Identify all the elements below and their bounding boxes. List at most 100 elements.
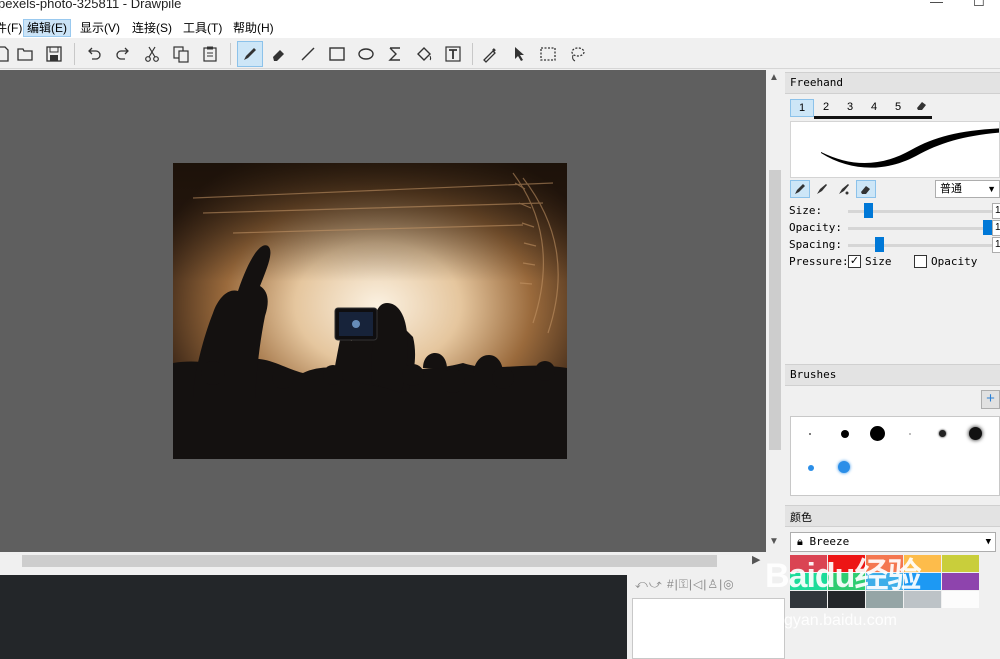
size-label: Size: (789, 204, 823, 217)
menu-bar: 文件(F) 编辑(E) 显示(V) 连接(S) 工具(T) 帮助(H) (0, 17, 1000, 38)
menu-view[interactable]: 显示(V) (77, 19, 123, 37)
color-swatch[interactable] (904, 555, 942, 573)
scrollbar-thumb[interactable] (769, 170, 781, 450)
brush-mode-brush-icon[interactable] (812, 180, 832, 198)
brush-preset[interactable] (841, 430, 849, 438)
canvas-horizontal-scrollbar[interactable]: ▶ (0, 552, 766, 570)
drawpile-window: pexels-photo-325811 - Drawpile — ☐ 文件(F)… (0, 0, 1000, 659)
chevron-down-icon: ▼ (985, 537, 991, 547)
copy-icon[interactable] (168, 41, 194, 67)
pressure-label: Pressure: (789, 255, 849, 268)
minimize-button[interactable]: — (930, 0, 943, 9)
menu-tools[interactable]: 工具(T) (180, 19, 225, 37)
line-icon[interactable] (295, 41, 321, 67)
scrollbar-thumb[interactable] (22, 555, 717, 567)
brush-preset[interactable] (909, 433, 911, 435)
brush-mode-pencil-icon[interactable] (790, 180, 810, 198)
color-swatch[interactable] (828, 555, 866, 573)
color-swatch[interactable] (828, 591, 866, 609)
spacing-slider-handle[interactable] (875, 237, 884, 252)
brush-preset[interactable] (809, 433, 811, 435)
add-brush-button[interactable]: + (981, 390, 1000, 409)
color-swatch[interactable] (904, 591, 942, 609)
pressure-opacity-checkbox[interactable] (914, 255, 927, 268)
opacity-slider-handle[interactable] (983, 220, 992, 235)
lasso-icon[interactable] (564, 41, 590, 67)
right-dock: Freehand 1 2 3 4 5 普通▼ Size: 1 Opacity: (785, 70, 1000, 659)
title-bar: pexels-photo-325811 - Drawpile — ☐ (0, 0, 1000, 17)
slot-indicator (814, 116, 932, 119)
save-icon[interactable] (41, 41, 67, 67)
opacity-label: Opacity: (789, 221, 842, 234)
scroll-right-icon[interactable]: ▶ (752, 553, 760, 566)
menu-file[interactable]: 文件(F) (0, 19, 25, 37)
fill-icon[interactable] (411, 41, 437, 67)
menu-session[interactable]: 连接(S) (129, 19, 175, 37)
blend-mode-select[interactable]: 普通 ▼ (935, 180, 1000, 198)
eraser-slot-icon[interactable] (910, 99, 934, 117)
color-swatch[interactable] (942, 591, 980, 609)
color-swatch[interactable] (790, 591, 828, 609)
layer-toolbar[interactable]: ⤺⤻ #|⚿|◁|♙|◎ (635, 577, 735, 592)
opacity-slider[interactable] (848, 227, 992, 230)
canvas-vertical-scrollbar[interactable]: ▲ ▼ (766, 70, 784, 552)
color-swatch[interactable] (828, 573, 866, 591)
opacity-spinbox[interactable]: 1 (992, 220, 1000, 236)
spacing-spinbox[interactable]: 1 (992, 237, 1000, 253)
color-swatches (790, 555, 1000, 659)
open-icon[interactable] (12, 41, 38, 67)
scroll-down-icon[interactable]: ▼ (769, 536, 779, 547)
brush-mode-smudge-icon[interactable] (834, 180, 854, 198)
rect-select-icon[interactable] (535, 41, 561, 67)
color-swatch[interactable] (866, 591, 904, 609)
brush-preset[interactable] (939, 430, 946, 437)
color-swatch[interactable] (790, 573, 828, 591)
brush-slot-4[interactable]: 4 (862, 99, 886, 117)
scroll-up-icon[interactable]: ▲ (769, 72, 779, 83)
text-icon[interactable] (440, 41, 466, 67)
menu-help[interactable]: 帮助(H) (230, 19, 277, 37)
canvas-view[interactable] (0, 70, 766, 552)
spacing-label: Spacing: (789, 238, 842, 251)
color-picker-icon[interactable] (477, 41, 503, 67)
size-slider-handle[interactable] (864, 203, 874, 218)
color-swatch[interactable] (904, 573, 942, 591)
brush-preset[interactable] (838, 461, 850, 473)
undo-icon[interactable] (81, 41, 107, 67)
brush-mode-eraser-icon[interactable] (856, 180, 876, 198)
maximize-button[interactable]: ☐ (973, 0, 985, 10)
palette-select[interactable]: 🔒︎ Breeze ▼ (790, 532, 996, 552)
brush-slot-5[interactable]: 5 (886, 99, 910, 117)
layer-list[interactable] (632, 598, 785, 659)
menu-edit[interactable]: 编辑(E) (23, 19, 71, 37)
color-swatch[interactable] (866, 573, 904, 591)
brush-preset[interactable] (870, 426, 885, 441)
brush-preset[interactable] (808, 465, 814, 471)
spacing-slider[interactable] (848, 244, 992, 247)
redo-icon[interactable] (110, 41, 136, 67)
select-icon[interactable] (506, 41, 532, 67)
size-spinbox[interactable]: 1 (992, 203, 1000, 219)
pressure-size-checkbox[interactable]: ✓ (848, 255, 861, 268)
brush-presets-list[interactable] (790, 416, 1000, 496)
brush-preset[interactable] (969, 427, 982, 440)
color-swatch[interactable] (942, 555, 980, 573)
brush-slot-3[interactable]: 3 (838, 99, 862, 117)
cut-icon[interactable] (139, 41, 165, 67)
bezier-icon[interactable] (382, 41, 408, 67)
brush-slot-2[interactable]: 2 (814, 99, 838, 117)
canvas-image[interactable] (173, 163, 567, 459)
window-title: pexels-photo-325811 - Drawpile (0, 0, 182, 11)
eraser-icon[interactable] (266, 41, 292, 67)
color-swatch[interactable] (866, 555, 904, 573)
rectangle-icon[interactable] (324, 41, 350, 67)
color-swatch[interactable] (790, 555, 828, 573)
color-swatch[interactable] (942, 573, 980, 591)
paste-icon[interactable] (197, 41, 223, 67)
pressure-size-label: Size (865, 255, 892, 268)
brush-stroke-preview (790, 121, 1000, 178)
brush-slot-1[interactable]: 1 (790, 99, 814, 117)
freehand-icon[interactable] (237, 41, 263, 67)
chat-panel[interactable] (0, 575, 627, 659)
ellipse-icon[interactable] (353, 41, 379, 67)
